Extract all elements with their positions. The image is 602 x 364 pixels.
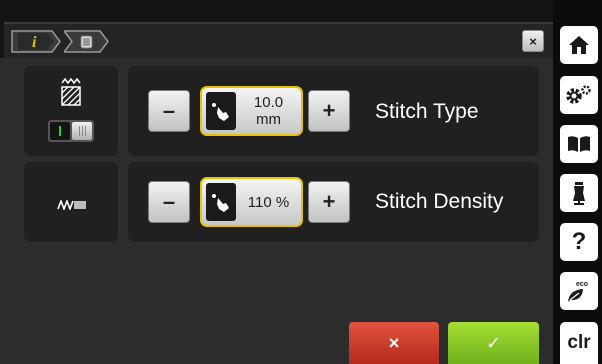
settings-button[interactable] — [560, 76, 598, 114]
help-button[interactable]: ? — [560, 223, 598, 261]
eco-mode-icon: eco — [568, 281, 588, 302]
minus-icon: – — [162, 189, 176, 214]
stitch-type-value: 10.0 mm — [253, 94, 284, 128]
stitch-type-increase-button[interactable]: + — [308, 90, 350, 132]
tutorial-button[interactable] — [560, 125, 598, 163]
breadcrumb-info-button[interactable]: i — [10, 30, 62, 53]
close-button[interactable]: × — [522, 30, 544, 52]
stitch-type-label: Stitch Type — [375, 100, 479, 123]
hand-touch-icon — [206, 92, 236, 130]
eco-button[interactable]: eco — [560, 272, 598, 310]
clear-icon: clr — [567, 332, 591, 353]
info-icon: i — [32, 34, 37, 51]
plus-icon: + — [322, 189, 336, 214]
stitch-pattern-icon — [61, 78, 81, 106]
sewing-consultant-button[interactable] — [560, 174, 598, 212]
plus-icon: + — [322, 98, 336, 123]
cancel-icon: × — [388, 332, 400, 353]
toggle-knob — [72, 122, 92, 140]
svg-text:eco: eco — [576, 281, 588, 288]
breadcrumb-embroidery-button[interactable] — [64, 30, 110, 53]
cancel-button[interactable]: × — [349, 322, 439, 364]
stitch-density-card — [24, 162, 118, 242]
home-icon — [569, 36, 589, 54]
svg-text:i: i — [32, 34, 37, 51]
hand-touch-icon — [206, 183, 236, 221]
main-panel: i × – 10.0 mm + Stitch Type – 110 % + St… — [0, 0, 553, 364]
stitch-density-value: 110 % — [247, 193, 290, 211]
sidebar: ? eco clr — [553, 0, 602, 364]
stitch-type-value-box[interactable]: 10.0 mm — [200, 86, 303, 136]
stitch-density-increase-button[interactable]: + — [308, 181, 350, 223]
stitch-density-label: Stitch Density — [375, 190, 504, 213]
embroidery-hoop-icon — [80, 35, 93, 49]
tutorial-book-icon — [568, 136, 590, 152]
stitch-density-decrease-button[interactable]: – — [148, 181, 190, 223]
help-icon: ? — [571, 228, 587, 255]
confirm-button[interactable]: ✓ — [448, 322, 539, 364]
clear-button[interactable]: clr — [560, 322, 598, 364]
stitch-density-row: – 110 % + Stitch Density — [128, 162, 539, 242]
settings-gears-icon — [566, 85, 591, 104]
stitch-type-toggle[interactable] — [48, 120, 94, 142]
stitch-type-card — [24, 66, 118, 156]
stitch-type-decrease-button[interactable]: – — [148, 90, 190, 132]
home-button[interactable] — [560, 26, 598, 64]
check-icon: ✓ — [485, 332, 502, 354]
satin-stitch-icon — [57, 200, 86, 210]
sewing-consultant-icon — [573, 182, 585, 205]
toggle-on-indicator — [50, 122, 70, 140]
close-icon: × — [529, 33, 537, 49]
minus-icon: – — [162, 98, 176, 123]
stitch-density-value-box[interactable]: 110 % — [200, 177, 303, 227]
stitch-type-row: – 10.0 mm + Stitch Type — [128, 66, 539, 156]
